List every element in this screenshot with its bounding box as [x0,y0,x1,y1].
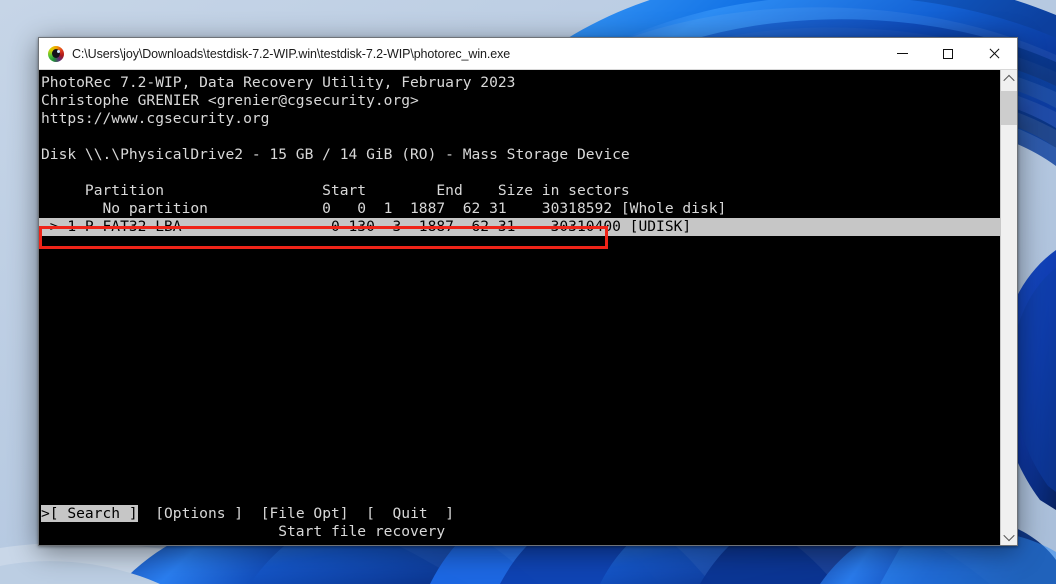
options-button[interactable]: [Options ] [155,505,243,522]
photorec-window: C:\Users\joy\Downloads\testdisk-7.2-WIP.… [38,37,1018,546]
menu-buttons-row: >[ Search ] [Options ] [File Opt] [ Quit… [39,505,1000,523]
vertical-scrollbar[interactable] [1000,70,1017,545]
menu-bar: >[ Search ] [Options ] [File Opt] [ Quit… [39,505,1000,541]
scrollbar-track[interactable] [1001,87,1017,528]
menu-gap [138,505,156,522]
close-icon [988,48,1000,60]
partition-table-header: Partition Start End Size in sectors [41,182,630,199]
console-line: https://www.cgsecurity.org [41,110,270,127]
close-button[interactable] [971,38,1017,69]
menu-hint-text: Start file recovery [278,523,446,540]
file-opt-button[interactable]: [File Opt] [261,505,349,522]
scroll-up-icon [1003,74,1015,86]
menu-hint-indent [41,523,278,540]
console-line: Disk \\.\PhysicalDrive2 - 15 GB / 14 GiB… [41,146,630,163]
window-title: C:\Users\joy\Downloads\testdisk-7.2-WIP.… [72,46,511,61]
photorec-eye-icon [48,45,64,62]
scrollbar-thumb[interactable] [1001,91,1017,125]
scroll-down-icon [1003,529,1015,541]
scroll-up-button[interactable] [1001,70,1017,87]
search-button[interactable]: >[ Search ] [41,505,138,522]
quit-button[interactable]: [ Quit ] [366,505,454,522]
maximize-icon [943,48,953,59]
window-controls [879,38,1017,69]
console-line: Christophe GRENIER <grenier@cgsecurity.o… [41,92,419,109]
scroll-down-button[interactable] [1001,528,1017,545]
partition-row-selected[interactable]: > 1 P FAT32 LBA 0 130 3 1887 62 31 30310… [39,218,1000,236]
menu-hint-row: Start file recovery [39,523,1000,541]
minimize-icon [896,53,908,54]
minimize-button[interactable] [879,38,925,69]
console-area: PhotoRec 7.2-WIP, Data Recovery Utility,… [39,70,1017,545]
window-titlebar[interactable]: C:\Users\joy\Downloads\testdisk-7.2-WIP.… [39,38,1017,70]
menu-gap [243,505,261,522]
console-output[interactable]: PhotoRec 7.2-WIP, Data Recovery Utility,… [39,70,1000,545]
partition-row-no-partition[interactable]: No partition 0 0 1 1887 62 31 30318592 [… [39,200,1000,218]
maximize-button[interactable] [925,38,971,69]
console-line: PhotoRec 7.2-WIP, Data Recovery Utility,… [41,74,516,91]
menu-gap [349,505,367,522]
